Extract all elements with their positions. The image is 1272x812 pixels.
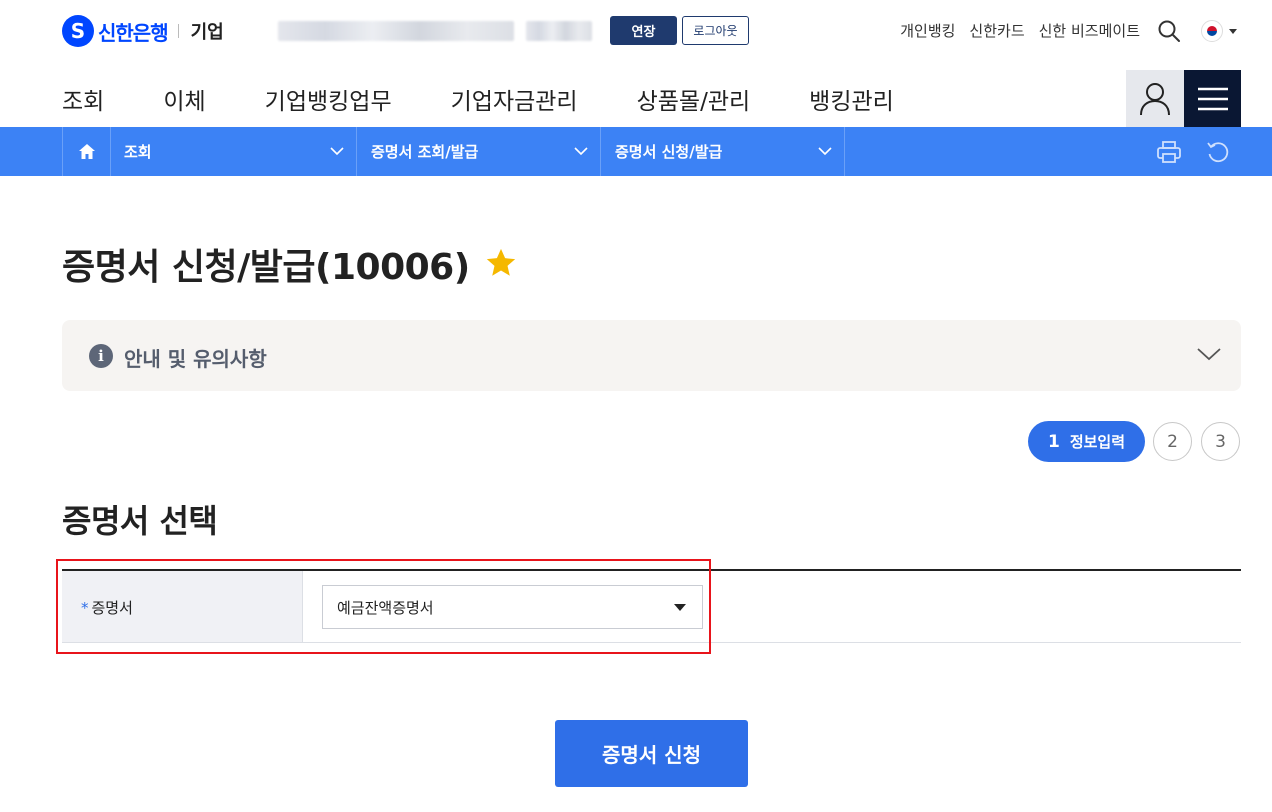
breadcrumb-label: 증명서 조회/발급 [371, 143, 479, 161]
chevron-down-icon [818, 147, 832, 156]
logout-button[interactable]: 로그아웃 [682, 16, 749, 45]
step-1-active: 1 정보입력 [1028, 421, 1145, 462]
breadcrumb-level-3[interactable]: 증명서 신청/발급 [601, 127, 845, 176]
shinhan-logo[interactable]: S 신한은행 기업 [62, 14, 224, 48]
home-icon [78, 144, 95, 159]
breadcrumb-label: 조회 [124, 143, 152, 161]
info-icon: i [89, 344, 113, 368]
breadcrumb-label: 증명서 신청/발급 [615, 143, 723, 161]
step-label: 정보입력 [1069, 433, 1126, 451]
page-title: 증명서 신청/발급(10006) [62, 247, 470, 288]
link-shinhan-card[interactable]: 신한카드 [969, 20, 1024, 41]
language-selector[interactable] [1201, 20, 1237, 42]
favorite-star-icon[interactable] [484, 246, 518, 280]
caret-down-icon [1229, 28, 1237, 34]
brand-name: 신한은행 [98, 20, 169, 45]
user-button[interactable] [1126, 70, 1184, 127]
nav-item-transfer[interactable]: 이체 [163, 82, 205, 116]
nav-item-inquiry[interactable]: 조회 [62, 82, 104, 116]
nav-item-products[interactable]: 상품몰/관리 [637, 82, 751, 116]
utility-links: 개인뱅킹 신한카드 신한 비즈메이트 [900, 20, 1140, 41]
nav-item-corporate-banking[interactable]: 기업뱅킹업무 [265, 82, 392, 116]
main-nav: 조회 이체 기업뱅킹업무 기업자금관리 상품몰/관리 뱅킹관리 [62, 82, 953, 116]
apply-certificate-button[interactable]: 증명서 신청 [555, 720, 748, 787]
breadcrumb-level-1[interactable]: 조회 [110, 127, 357, 176]
chevron-down-icon [574, 147, 588, 156]
search-icon[interactable] [1157, 19, 1181, 43]
redacted-company-info [278, 21, 514, 41]
step-3: 3 [1201, 422, 1240, 461]
brand-sub: 기업 [190, 22, 224, 43]
menu-button[interactable] [1184, 70, 1241, 127]
printer-icon[interactable] [1156, 139, 1182, 165]
nav-item-banking-management[interactable]: 뱅킹관리 [809, 82, 894, 116]
hamburger-menu-icon [1197, 87, 1228, 110]
step-2: 2 [1153, 422, 1192, 461]
chevron-down-icon[interactable] [1196, 346, 1222, 362]
link-personal-banking[interactable]: 개인뱅킹 [900, 20, 955, 41]
redacted-user-name [526, 21, 592, 41]
breadcrumb-level-2[interactable]: 증명서 조회/발급 [357, 127, 601, 176]
link-bizmate[interactable]: 신한 비즈메이트 [1039, 20, 1140, 41]
logo-divider [177, 24, 179, 38]
breadcrumb-home[interactable] [62, 127, 111, 176]
highlight-box [56, 559, 711, 654]
korea-flag-icon [1201, 20, 1223, 42]
step-number: 1 [1047, 431, 1060, 452]
section-title: 증명서 선택 [62, 502, 218, 540]
refresh-icon[interactable] [1205, 139, 1231, 165]
nav-item-fund-management[interactable]: 기업자금관리 [451, 82, 578, 116]
user-icon [1140, 82, 1170, 115]
notice-title: 안내 및 유의사항 [124, 347, 267, 371]
session-extend-button[interactable]: 연장 [610, 16, 677, 45]
shinhan-logo-icon: S [62, 15, 94, 47]
chevron-down-icon [330, 147, 344, 156]
